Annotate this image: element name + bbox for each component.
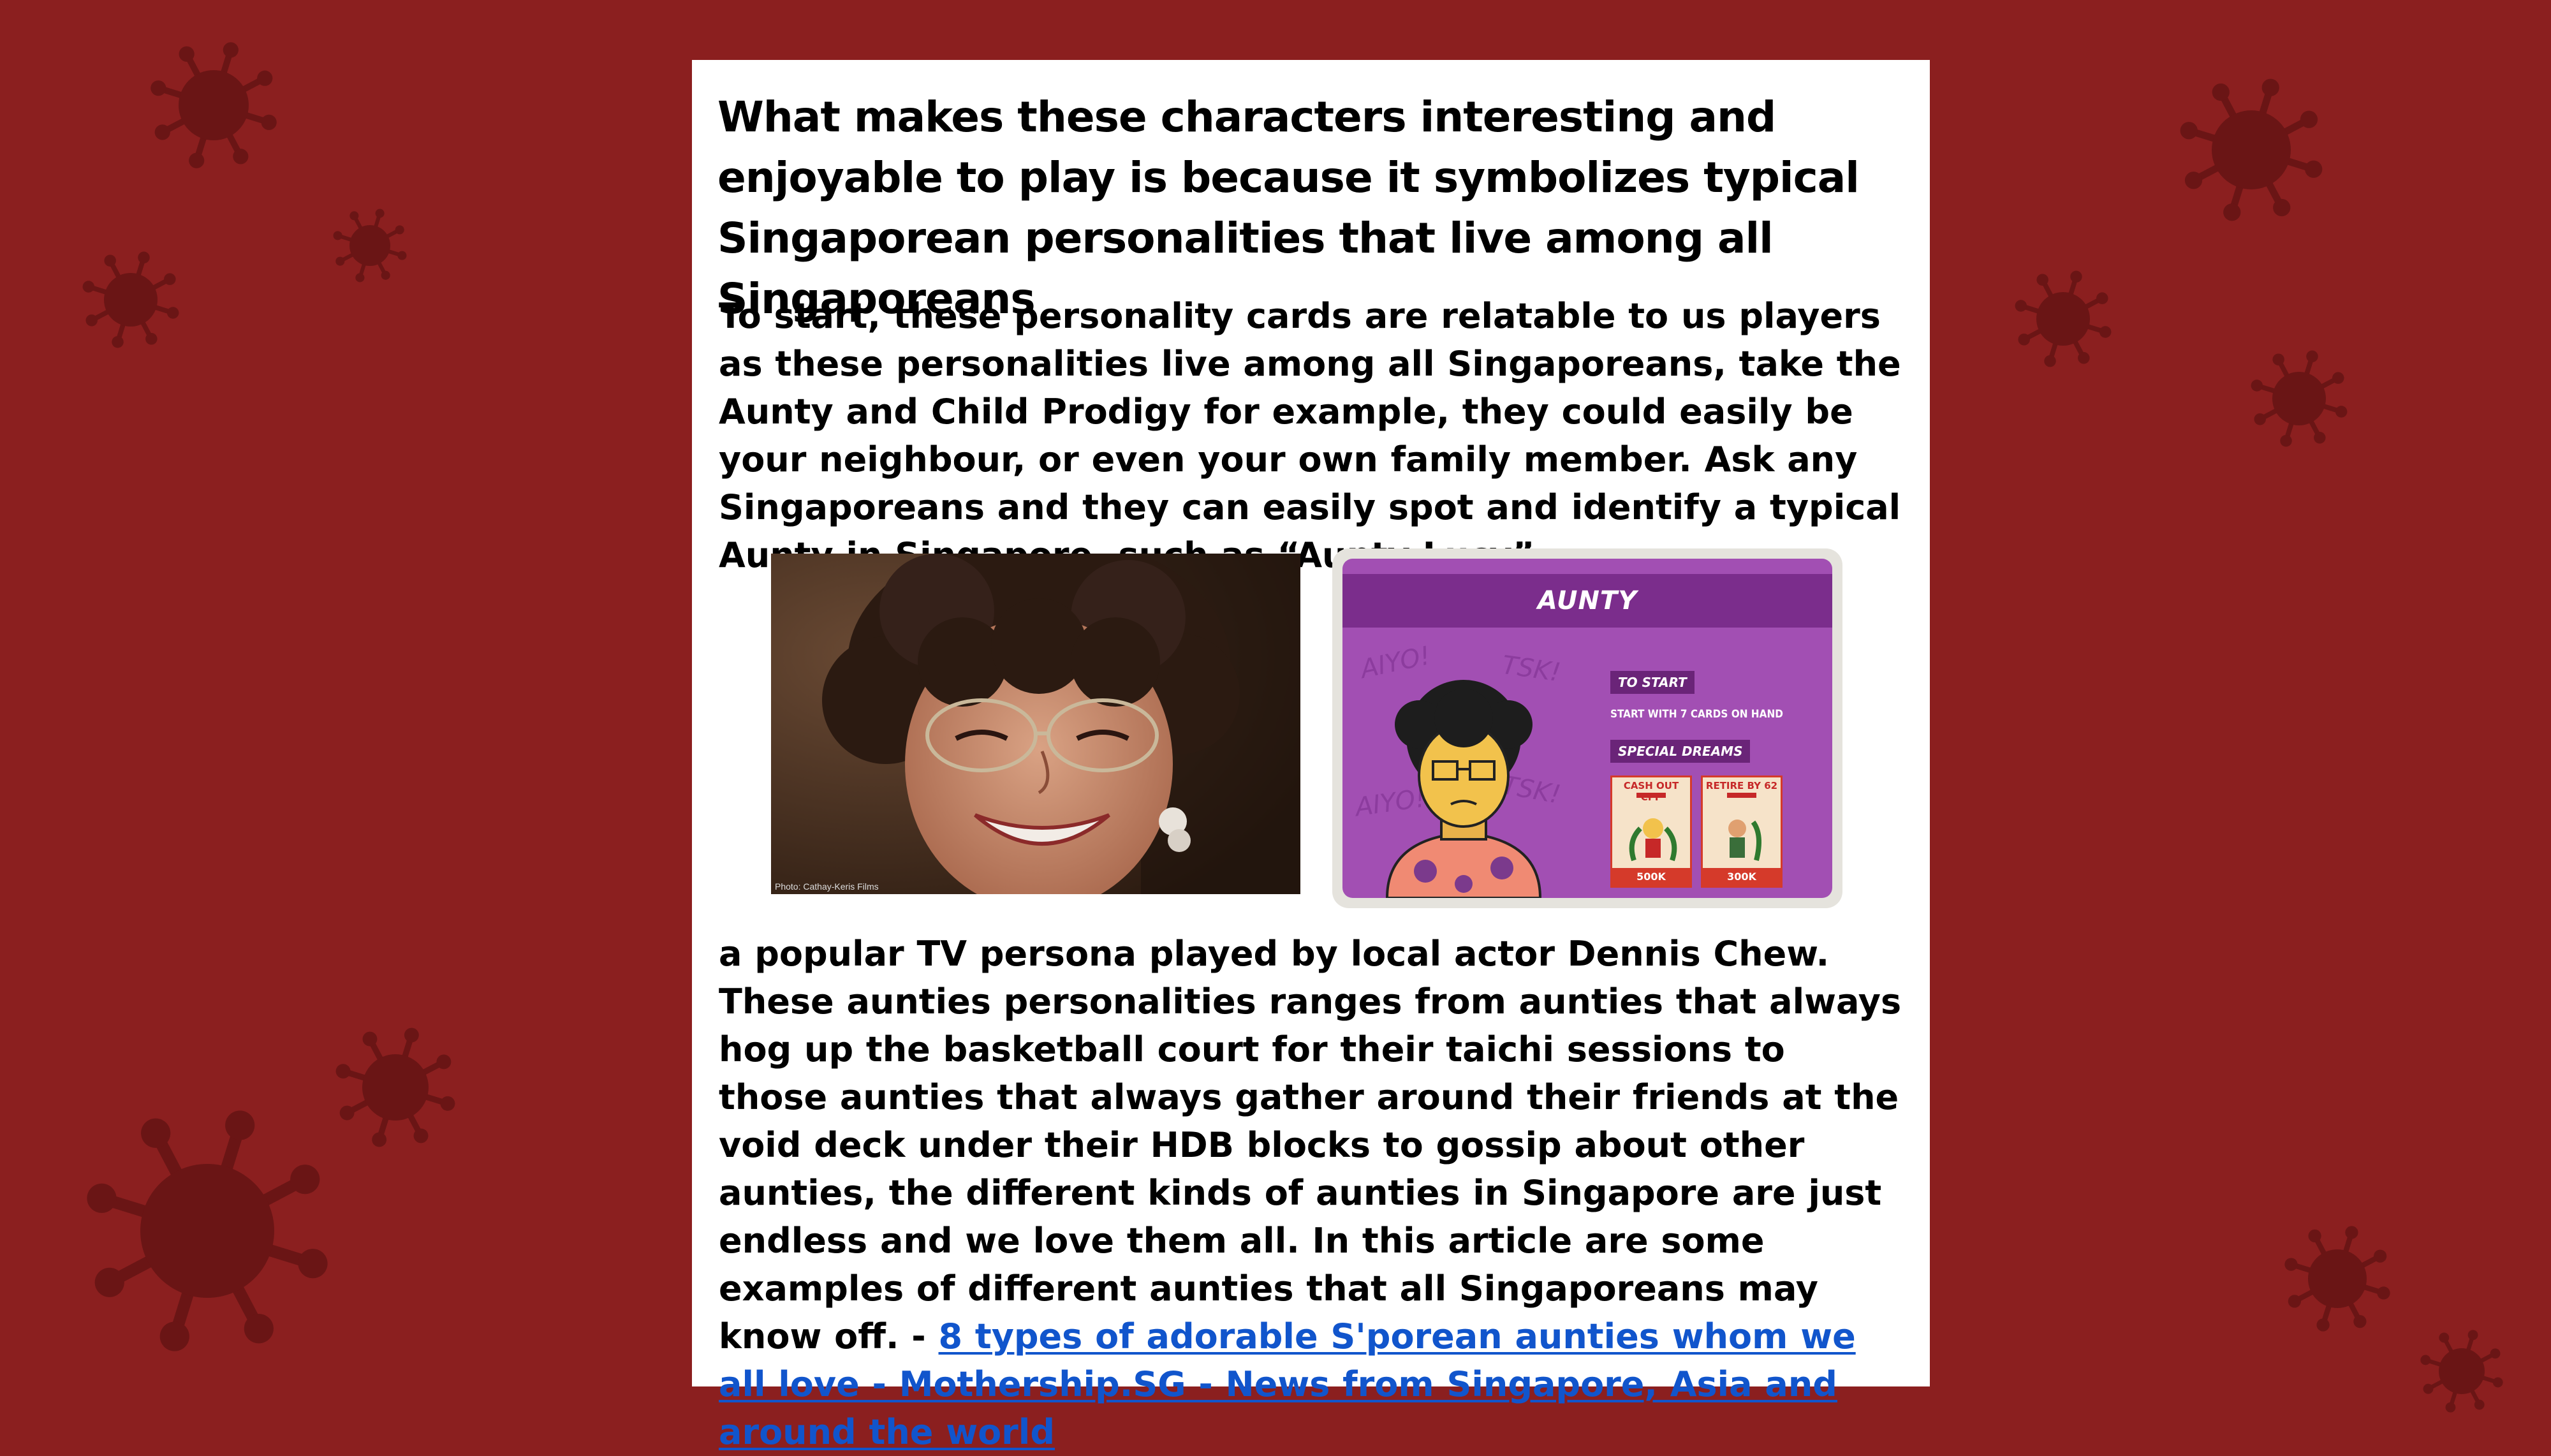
virus-icon — [2180, 78, 2323, 221]
scribble-aiyo-top: AIYO! — [1358, 641, 1433, 684]
photo-credit: Photo: Cathay-Keris Films — [775, 881, 879, 892]
virus-icon — [2420, 1330, 2503, 1413]
dream-illustration-icon — [1629, 818, 1677, 862]
aunty-game-card: AUNTY AIYO! TSK! AIYO! TSK! TO START STA… — [1332, 548, 1842, 908]
second-paragraph-text: a popular TV persona played by local act… — [719, 934, 1902, 1357]
virus-icon — [2015, 270, 2112, 367]
dream-card-title: RETIRE BY 62 — [1705, 780, 1778, 791]
dream-illustration-icon — [1728, 820, 1761, 861]
virus-icon — [87, 1110, 328, 1351]
dream-card-tag — [1636, 793, 1666, 798]
virus-icon — [151, 42, 277, 168]
dream-card-value: 500K — [1612, 868, 1690, 886]
second-paragraph: a popular TV persona played by local act… — [719, 930, 1905, 1456]
to-start-text: START WITH 7 CARDS ON HAND — [1610, 708, 1783, 721]
to-start-label: TO START — [1610, 671, 1695, 694]
dream-card-tag — [1727, 793, 1756, 798]
dream-card-value: 300K — [1703, 868, 1781, 886]
game-card-title: AUNTY — [1537, 586, 1638, 615]
virus-icon — [2251, 350, 2348, 447]
content-card: What makes these characters interesting … — [692, 60, 1930, 1452]
virus-icon — [82, 251, 179, 348]
virus-icon — [335, 1027, 455, 1147]
special-dreams-label: SPECIAL DREAMS — [1610, 740, 1751, 763]
virus-icon — [333, 209, 407, 283]
intro-paragraph: To start, these personality cards are re… — [719, 296, 1901, 575]
game-card-title-bar: AUNTY — [1342, 574, 1832, 628]
dream-card-title: CASH OUT CPF — [1623, 780, 1679, 803]
virus-icon — [2284, 1226, 2390, 1332]
aunty-lucy-photo: Photo: Cathay-Keris Films — [771, 554, 1300, 894]
game-card-face: AUNTY AIYO! TSK! AIYO! TSK! TO START STA… — [1342, 559, 1832, 898]
aunty-cartoon-illustration — [1385, 680, 1542, 898]
dream-card-retire-by-62: RETIRE BY 62 300K — [1701, 776, 1783, 888]
dream-card-cash-out-cpf: CASH OUT CPF 500K — [1610, 776, 1692, 888]
